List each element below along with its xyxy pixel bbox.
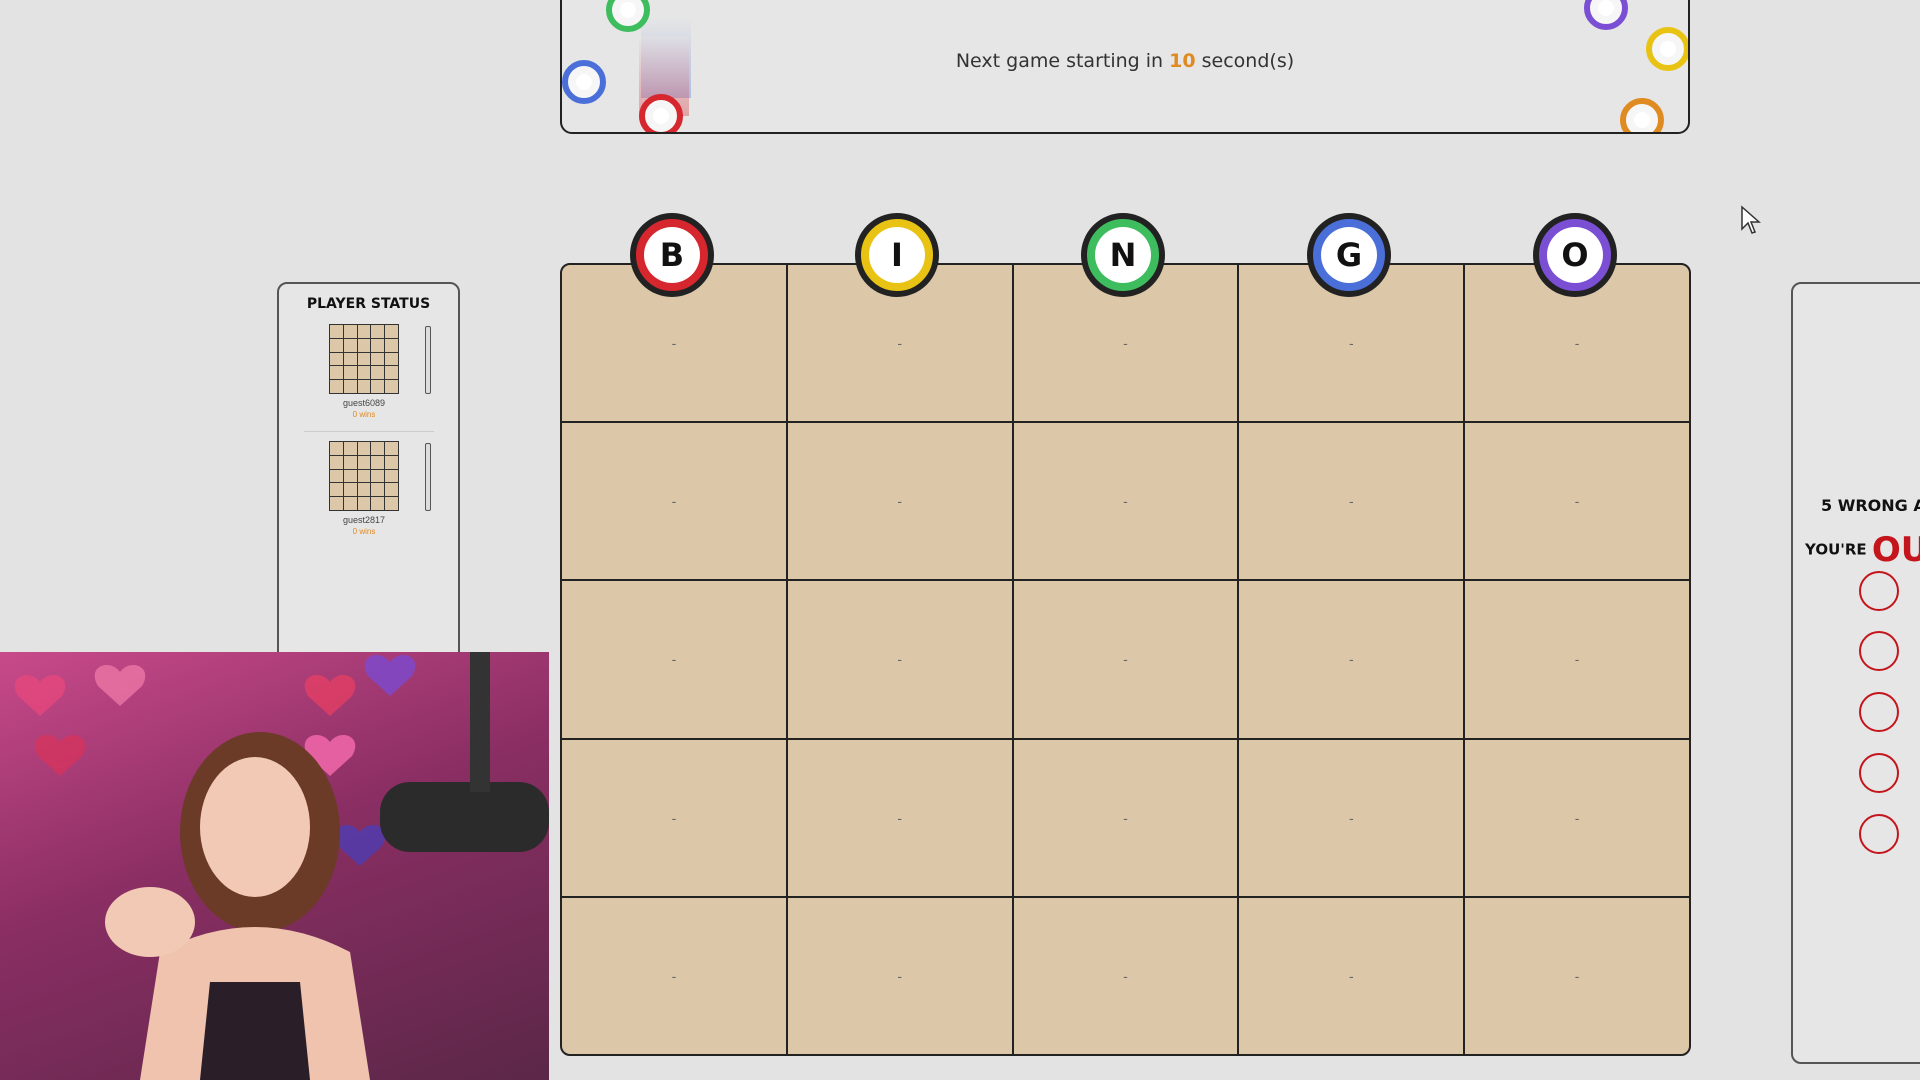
header-letter: B (644, 227, 700, 283)
player-status-panel: PLAYER STATUS guest6089 0 wins guest2817… (277, 282, 460, 672)
bingo-cell[interactable]: - (787, 739, 1012, 896)
bingo-cell[interactable]: - (1013, 581, 1238, 738)
bingo-cell[interactable]: - (1465, 897, 1689, 1054)
player-mini-card (329, 324, 399, 394)
bingo-header-b: B (630, 213, 714, 297)
player-divider (304, 431, 434, 432)
hand (105, 887, 195, 957)
player-name: guest6089 (342, 398, 386, 408)
bingo-cell[interactable]: - (787, 897, 1012, 1054)
player-progress-bar (425, 443, 431, 511)
player-name: guest2817 (342, 515, 386, 525)
purple-ball-icon (1584, 0, 1628, 30)
header-letter: I (869, 227, 925, 283)
strike-circle (1859, 571, 1899, 611)
mouse-cursor-icon (1741, 205, 1761, 234)
bingo-cell[interactable]: - (562, 897, 786, 1054)
bingo-cell[interactable]: - (1013, 423, 1238, 580)
countdown-message: Next game starting in 10 second(s) (562, 50, 1688, 72)
face (200, 757, 310, 897)
bingo-cell[interactable]: - (1465, 423, 1689, 580)
streamer-webcam (0, 652, 549, 1080)
strike-circle (1859, 814, 1899, 854)
strikes-rule-text: 5 WRONG A (1821, 496, 1920, 515)
countdown-value: 10 (1169, 50, 1196, 72)
bingo-cell[interactable]: - (1465, 581, 1689, 738)
bingo-cell[interactable]: - (562, 423, 786, 580)
bingo-cell[interactable]: - (1239, 581, 1464, 738)
player-entry: guest6089 0 wins (279, 324, 458, 434)
bingo-cell[interactable]: - (787, 581, 1012, 738)
orange-ball-icon (1620, 98, 1664, 132)
game-status-banner: Next game starting in 10 second(s) (560, 0, 1690, 134)
strike-circle (1859, 631, 1899, 671)
bingo-cell[interactable]: - (1239, 897, 1464, 1054)
player-mini-card (329, 441, 399, 511)
bingo-header-n: N (1081, 213, 1165, 297)
header-letter: O (1547, 227, 1603, 283)
countdown-prefix: Next game starting in (955, 50, 1164, 72)
microphone-icon (380, 782, 549, 852)
bingo-cell[interactable]: - (1465, 739, 1689, 896)
bingo-header-g: G (1307, 213, 1391, 297)
strikes-panel: 5 WRONG A YOU'RE OU (1791, 282, 1920, 1064)
bingo-cell[interactable]: - (1013, 897, 1238, 1054)
bingo-header-i: I (855, 213, 939, 297)
strike-circle (1859, 692, 1899, 732)
bingo-cell[interactable]: - (787, 423, 1012, 580)
bingo-cell[interactable]: - (1239, 423, 1464, 580)
header-letter: G (1321, 227, 1377, 283)
player-entry: guest2817 0 wins (279, 441, 458, 551)
strikes-out-word: OU (1871, 530, 1920, 570)
bingo-header-o: O (1533, 213, 1617, 297)
player-wins: 0 wins (352, 527, 376, 536)
countdown-suffix: second(s) (1201, 50, 1295, 72)
player-status-title: PLAYER STATUS (306, 296, 431, 312)
red-ball-icon (639, 94, 683, 132)
player-progress-bar (425, 326, 431, 394)
bingo-cell[interactable]: - (562, 581, 786, 738)
bingo-cell[interactable]: - (1013, 739, 1238, 896)
mic-arm (470, 652, 490, 792)
webcam-scene (14, 652, 549, 1080)
bingo-card: ------------------------- (560, 263, 1691, 1056)
bingo-cell[interactable]: - (1239, 739, 1464, 896)
strike-circle (1859, 753, 1899, 793)
player-wins: 0 wins (352, 410, 376, 419)
strikes-out-text: YOU'RE OU (1805, 530, 1920, 570)
bingo-cell[interactable]: - (562, 739, 786, 896)
top (200, 982, 310, 1080)
strikes-out-prefix: YOU'RE (1805, 540, 1867, 559)
header-letter: N (1095, 227, 1151, 283)
